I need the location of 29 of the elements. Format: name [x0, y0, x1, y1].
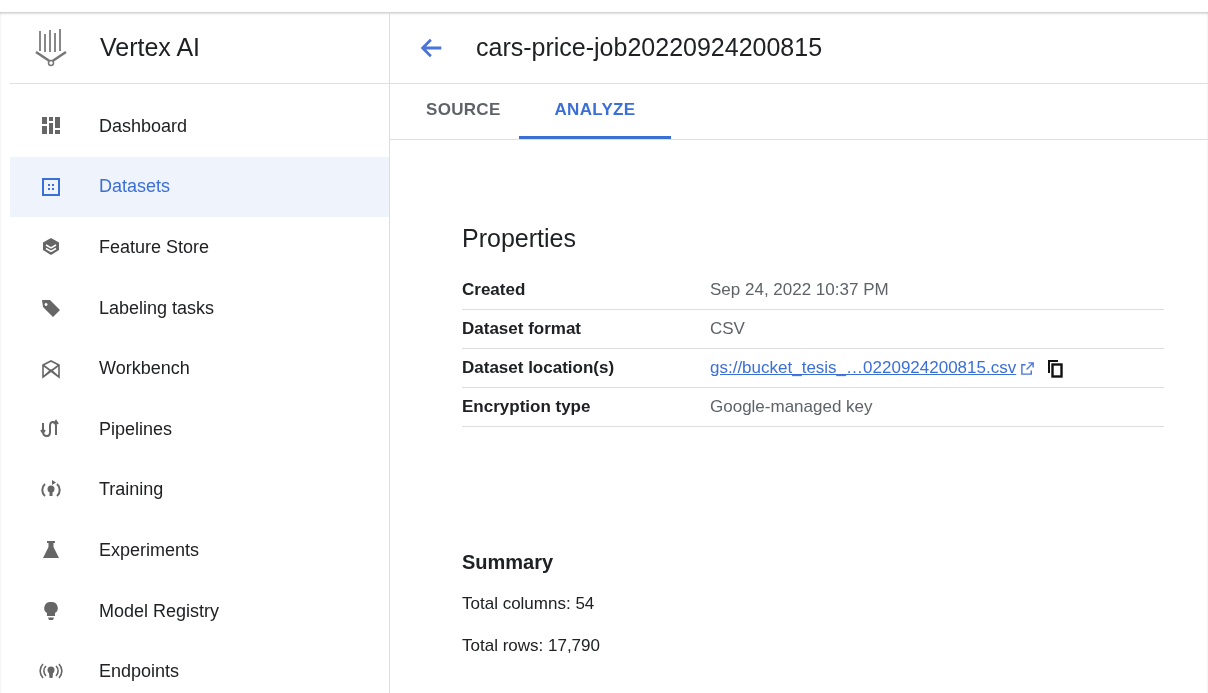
sidebar-item[interactable]: Endpoints: [10, 641, 389, 693]
property-label: Encryption type: [462, 397, 592, 417]
external-link-icon[interactable]: [1020, 360, 1036, 376]
page-title: cars-price-job20220924200815: [476, 33, 823, 62]
property-label: Created: [462, 280, 527, 300]
section-heading: Summary: [462, 551, 555, 574]
property-value: Google-managed key: [710, 397, 873, 417]
summary-text: Total columns: 54: [462, 594, 596, 614]
sidebar-item[interactable]: Workbench: [10, 338, 389, 399]
sidebar-item[interactable]: Feature Store: [10, 217, 389, 278]
property-label: Dataset format: [462, 319, 583, 339]
tab[interactable]: SOURCE: [408, 84, 519, 139]
sidebar-item[interactable]: Training: [10, 459, 389, 521]
vertex-logo-icon: [34, 27, 68, 68]
section-heading: Properties: [462, 224, 577, 253]
location-link[interactable]: gs://bucket_tesis_…0220924200815.csv: [710, 358, 1017, 378]
app-title: Vertex AI: [100, 33, 201, 62]
copy-icon[interactable]: [1045, 358, 1066, 378]
property-label: Dataset location(s): [462, 358, 616, 378]
sidebar-item[interactable]: Pipelines: [10, 398, 389, 460]
sidebar-item[interactable]: Labeling tasks: [10, 277, 389, 339]
tab[interactable]: ANALYZE: [518, 84, 672, 139]
sidebar-item[interactable]: Model Registry: [10, 580, 389, 642]
property-value: Sep 24, 2022 10:37 PM: [710, 280, 889, 300]
summary-text: Total rows: 17,790: [462, 636, 601, 656]
sidebar-item[interactable]: Experiments: [10, 520, 389, 581]
sidebar-item[interactable]: Dashboard: [10, 96, 389, 157]
sidebar-item[interactable]: Datasets: [10, 156, 389, 218]
property-value: CSV: [710, 319, 745, 339]
